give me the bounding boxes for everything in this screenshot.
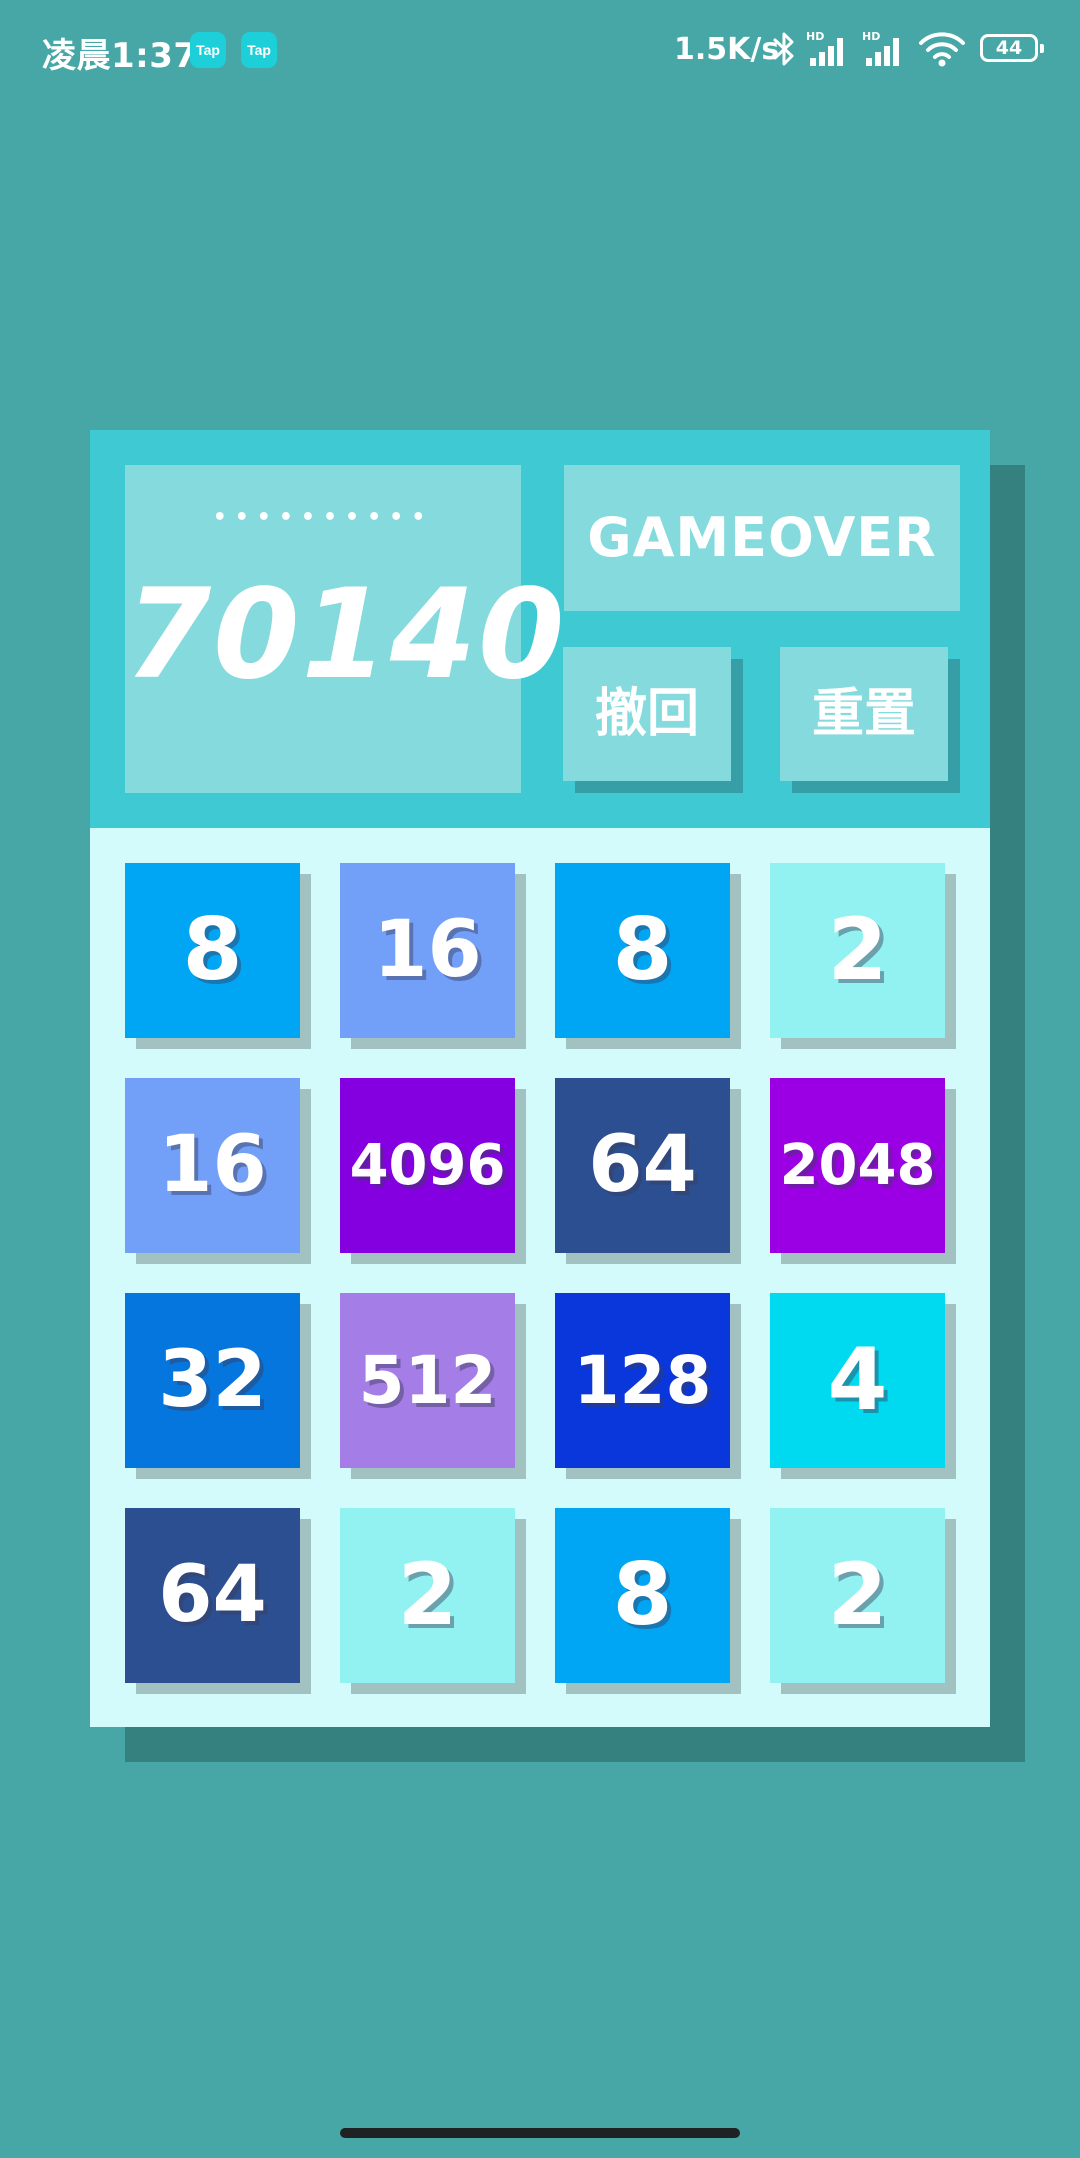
battery-icon: 44 [980, 34, 1044, 62]
svg-text:HD: HD [862, 30, 880, 43]
tile-128: 128 [555, 1293, 730, 1468]
tile-8: 8 [125, 863, 300, 1038]
score-dots: •••••••••• [212, 505, 434, 530]
tile-2: 2 [770, 1508, 945, 1683]
score-panel: •••••••••• 70140 [125, 465, 567, 793]
signal-hd-icon: HD [862, 30, 899, 66]
tile-2: 2 [340, 1508, 515, 1683]
status-bar: 凌晨1:37 Tap Tap 1.5K/s HD HD 44 [0, 0, 1080, 100]
undo-button[interactable]: 撤回 [563, 647, 731, 781]
tile-64: 64 [125, 1508, 300, 1683]
home-indicator[interactable] [340, 2128, 740, 2138]
wifi-icon [919, 32, 965, 67]
game-board: •••••••••• 70140 GAMEOVER 撤回 重置 8 16 8 2 16 4… [90, 430, 990, 1727]
tap-app-icon: Tap [241, 32, 277, 68]
tile-grid[interactable]: 8 16 8 2 16 4096 64 2048 32 512 128 4 64 2 8 2 [90, 828, 990, 1727]
bluetooth-icon [773, 32, 794, 66]
tap-app-icon: Tap [190, 32, 226, 68]
network-speed: 1.5K/s [674, 32, 780, 67]
tile-2048: 2048 [770, 1078, 945, 1253]
game-status-banner: GAMEOVER [564, 465, 960, 611]
signal-hd-icon: HD [806, 30, 843, 66]
score-value: 70140 [125, 563, 567, 707]
reset-button[interactable]: 重置 [780, 647, 948, 781]
svg-text:HD: HD [806, 30, 824, 43]
tile-8: 8 [555, 863, 730, 1038]
tile-2: 2 [770, 863, 945, 1038]
tile-64: 64 [555, 1078, 730, 1253]
tile-4096: 4096 [340, 1078, 515, 1253]
tile-32: 32 [125, 1293, 300, 1468]
tile-8: 8 [555, 1508, 730, 1683]
board-header: •••••••••• 70140 GAMEOVER 撤回 重置 [90, 430, 990, 828]
status-time: 凌晨1:37 [42, 36, 198, 76]
tile-512: 512 [340, 1293, 515, 1468]
tile-16: 16 [340, 863, 515, 1038]
tile-4: 4 [770, 1293, 945, 1468]
battery-level: 44 [995, 37, 1023, 59]
tile-16: 16 [125, 1078, 300, 1253]
